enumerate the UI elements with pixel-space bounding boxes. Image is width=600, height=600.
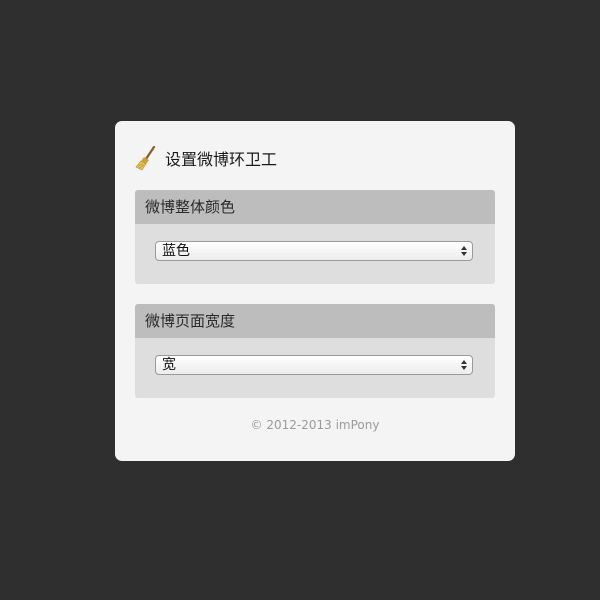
color-select-value: 蓝色 xyxy=(162,243,190,259)
select-arrows-icon xyxy=(461,246,467,256)
width-section: 微博页面宽度 宽 xyxy=(135,304,495,398)
color-section: 微博整体颜色 蓝色 xyxy=(135,190,495,284)
width-select-value: 宽 xyxy=(162,357,176,373)
color-select[interactable]: 蓝色 xyxy=(155,241,473,261)
settings-dialog: 设置微博环卫工 微博整体颜色 蓝色 微博页面宽度 宽 © 2012-2013 i… xyxy=(115,121,515,461)
dialog-header: 设置微博环卫工 xyxy=(135,145,277,171)
width-select[interactable]: 宽 xyxy=(155,355,473,375)
broom-icon xyxy=(135,145,157,171)
color-section-heading: 微博整体颜色 xyxy=(135,190,495,224)
width-section-heading: 微博页面宽度 xyxy=(135,304,495,338)
copyright-footer: © 2012-2013 imPony xyxy=(250,418,380,432)
dialog-title: 设置微博环卫工 xyxy=(165,150,278,169)
select-arrows-icon xyxy=(461,360,467,370)
